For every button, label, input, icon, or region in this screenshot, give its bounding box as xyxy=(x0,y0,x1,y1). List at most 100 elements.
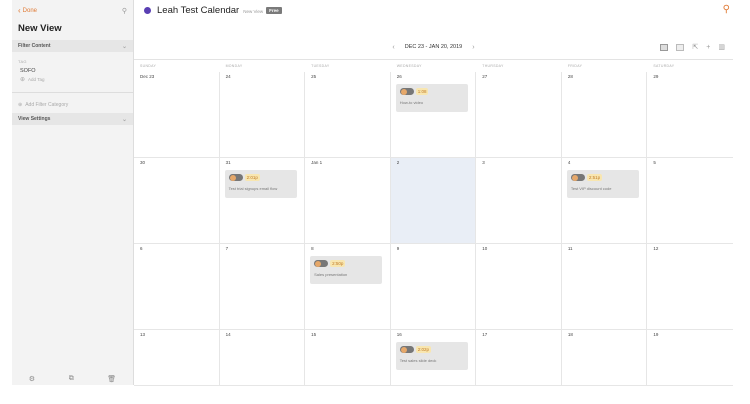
day-cell[interactable]: 14 xyxy=(219,330,306,386)
prev-arrow-icon[interactable]: ‹ xyxy=(392,44,394,51)
plus-icon: ⊕ xyxy=(18,102,23,108)
day-number: 8 xyxy=(311,246,314,251)
day-cell[interactable]: 31 2:01p Test trial signups email flow xyxy=(219,158,306,244)
toggle-icon[interactable] xyxy=(570,174,585,181)
add-filter-category-button[interactable]: ⊕ Add Filter Category xyxy=(12,99,133,111)
chevron-down-icon: ⌄ xyxy=(121,43,127,50)
day-number: 15 xyxy=(311,332,317,337)
day-of-week-header: WEDNESDAY xyxy=(396,64,422,68)
event-time: 2:01p xyxy=(244,174,260,181)
view-settings-section[interactable]: View Settings ⌄ xyxy=(12,113,133,125)
day-cell[interactable]: 7 xyxy=(219,244,306,330)
filter-content-section[interactable]: Filter Content ⌄ xyxy=(12,40,133,52)
day-number: 12 xyxy=(653,246,659,251)
event-card[interactable]: 2:02p Test sales slide deck xyxy=(395,342,468,370)
toggle-icon[interactable] xyxy=(399,346,414,353)
month-view-icon[interactable] xyxy=(660,43,669,51)
day-number: Dec 23 xyxy=(140,74,155,79)
day-cell[interactable]: 27 xyxy=(476,72,562,158)
share-icon[interactable]: ⇱ xyxy=(692,43,698,51)
add-icon[interactable]: + xyxy=(706,44,710,51)
day-number: 2 xyxy=(396,160,400,165)
trash-icon[interactable]: 🗑 xyxy=(107,375,116,383)
day-cell[interactable]: 9 xyxy=(390,244,477,330)
toggle-icon[interactable] xyxy=(314,260,329,267)
settings-icon[interactable]: ⚙ xyxy=(29,375,35,383)
sidebar-footer: ⚙ ⧉ 🗑 xyxy=(12,373,133,385)
day-number: 16 xyxy=(396,332,402,337)
day-cell[interactable]: 12 xyxy=(647,244,733,330)
day-number: 10 xyxy=(482,246,488,251)
calendar-toolbar: ‹ DEC 23 - JAN 20, 2019 › ⇱ + ▥ xyxy=(134,37,733,57)
search-icon[interactable]: ⚲ xyxy=(723,4,730,15)
day-cell[interactable]: 2 xyxy=(390,158,477,244)
done-button[interactable]: ‹ Done xyxy=(18,6,37,15)
next-arrow-icon[interactable]: › xyxy=(472,44,474,51)
day-number: 26 xyxy=(396,74,402,79)
day-cell[interactable]: 11 xyxy=(561,244,648,330)
sidebar: ‹ Done ⚲ New View Filter Content ⌄ TAG S… xyxy=(12,0,134,385)
sidebar-top-bar: ‹ Done ⚲ xyxy=(12,0,133,21)
day-number: 9 xyxy=(396,246,400,251)
calendar-title[interactable]: Leah Test Calendar xyxy=(157,5,239,16)
day-cell[interactable]: 29 xyxy=(647,72,733,158)
event-title: Sales presentation xyxy=(314,272,348,277)
event-title: Test VIP discount code xyxy=(570,186,612,191)
day-cell[interactable]: 26 1:08 How-to video xyxy=(390,72,477,158)
day-of-week-header: MONDAY xyxy=(225,64,243,68)
day-cell[interactable]: 4 2:51p Test VIP discount code xyxy=(561,158,648,244)
columns-icon[interactable]: ▥ xyxy=(718,43,725,51)
header: Leah Test Calendar New View Free ⚲ xyxy=(134,0,734,21)
day-cell[interactable]: 8 2:50p Sales presentation xyxy=(305,244,391,330)
day-cell[interactable]: 10 xyxy=(476,244,562,330)
event-time: 1:08 xyxy=(415,88,429,95)
view-settings-label: View Settings xyxy=(18,116,51,122)
day-cell[interactable]: 13 xyxy=(134,330,220,386)
day-cell[interactable]: 6 xyxy=(134,244,220,330)
date-range-label[interactable]: DEC 23 - JAN 20, 2019 xyxy=(405,44,462,50)
event-card[interactable]: 2:01p Test trial signups email flow xyxy=(224,170,297,198)
day-cell[interactable]: 5 xyxy=(647,158,733,244)
day-cell[interactable]: Jan 1 xyxy=(305,158,391,244)
day-cell[interactable]: 30 xyxy=(134,158,220,244)
day-cell[interactable]: 16 2:02p Test sales slide deck xyxy=(390,330,477,386)
add-filter-category-label: Add Filter Category xyxy=(25,102,69,108)
calendar-grid: SUNDAY MONDAY TUESDAY WEDNESDAY THURSDAY FRID… xyxy=(134,59,733,386)
day-cell[interactable]: 24 xyxy=(219,72,306,158)
tag-item[interactable]: SOFO xyxy=(12,67,133,75)
day-number: 14 xyxy=(225,332,231,337)
event-time: 2:51p xyxy=(586,174,603,181)
duplicate-icon[interactable]: ⧉ xyxy=(69,375,74,383)
day-number: 4 xyxy=(567,160,571,165)
toggle-icon[interactable] xyxy=(399,88,414,95)
day-number: 18 xyxy=(567,332,573,337)
view-subtitle: New View xyxy=(243,9,264,14)
filter-content-label: Filter Content xyxy=(18,43,51,49)
grid-view-icon[interactable] xyxy=(676,43,685,51)
event-time: 2:02p xyxy=(415,346,431,353)
day-cell[interactable]: 19 xyxy=(647,330,733,386)
day-cell[interactable]: Dec 23 xyxy=(134,72,220,158)
day-cell[interactable]: 17 xyxy=(476,330,562,386)
day-number: 27 xyxy=(482,74,488,79)
event-card[interactable]: 1:08 How-to video xyxy=(395,84,468,112)
day-of-week-header: SUNDAY xyxy=(140,64,157,68)
day-cell[interactable]: 3 xyxy=(476,158,562,244)
pin-icon[interactable]: ⚲ xyxy=(122,7,127,15)
event-title: Test sales slide deck xyxy=(399,358,437,363)
day-cell[interactable]: 18 xyxy=(561,330,648,386)
event-card[interactable]: 2:51p Test VIP discount code xyxy=(566,170,639,198)
tag-heading: TAG xyxy=(18,59,27,64)
day-cell[interactable]: 15 xyxy=(305,330,391,386)
event-card[interactable]: 2:50p Sales presentation xyxy=(310,256,383,284)
add-tag-button[interactable]: ⊕ Add Tag xyxy=(12,75,133,84)
day-of-week-header: THURSDAY xyxy=(482,64,504,68)
free-badge: Free xyxy=(266,7,282,14)
toggle-icon[interactable] xyxy=(228,174,243,181)
add-tag-label: Add Tag xyxy=(28,77,45,82)
view-tools: ⇱ + ▥ xyxy=(660,43,725,51)
view-title: New View xyxy=(18,23,62,34)
day-cell[interactable]: 25 xyxy=(305,72,391,158)
day-cell[interactable]: 28 xyxy=(561,72,648,158)
day-of-week-header: FRIDAY xyxy=(567,64,583,68)
